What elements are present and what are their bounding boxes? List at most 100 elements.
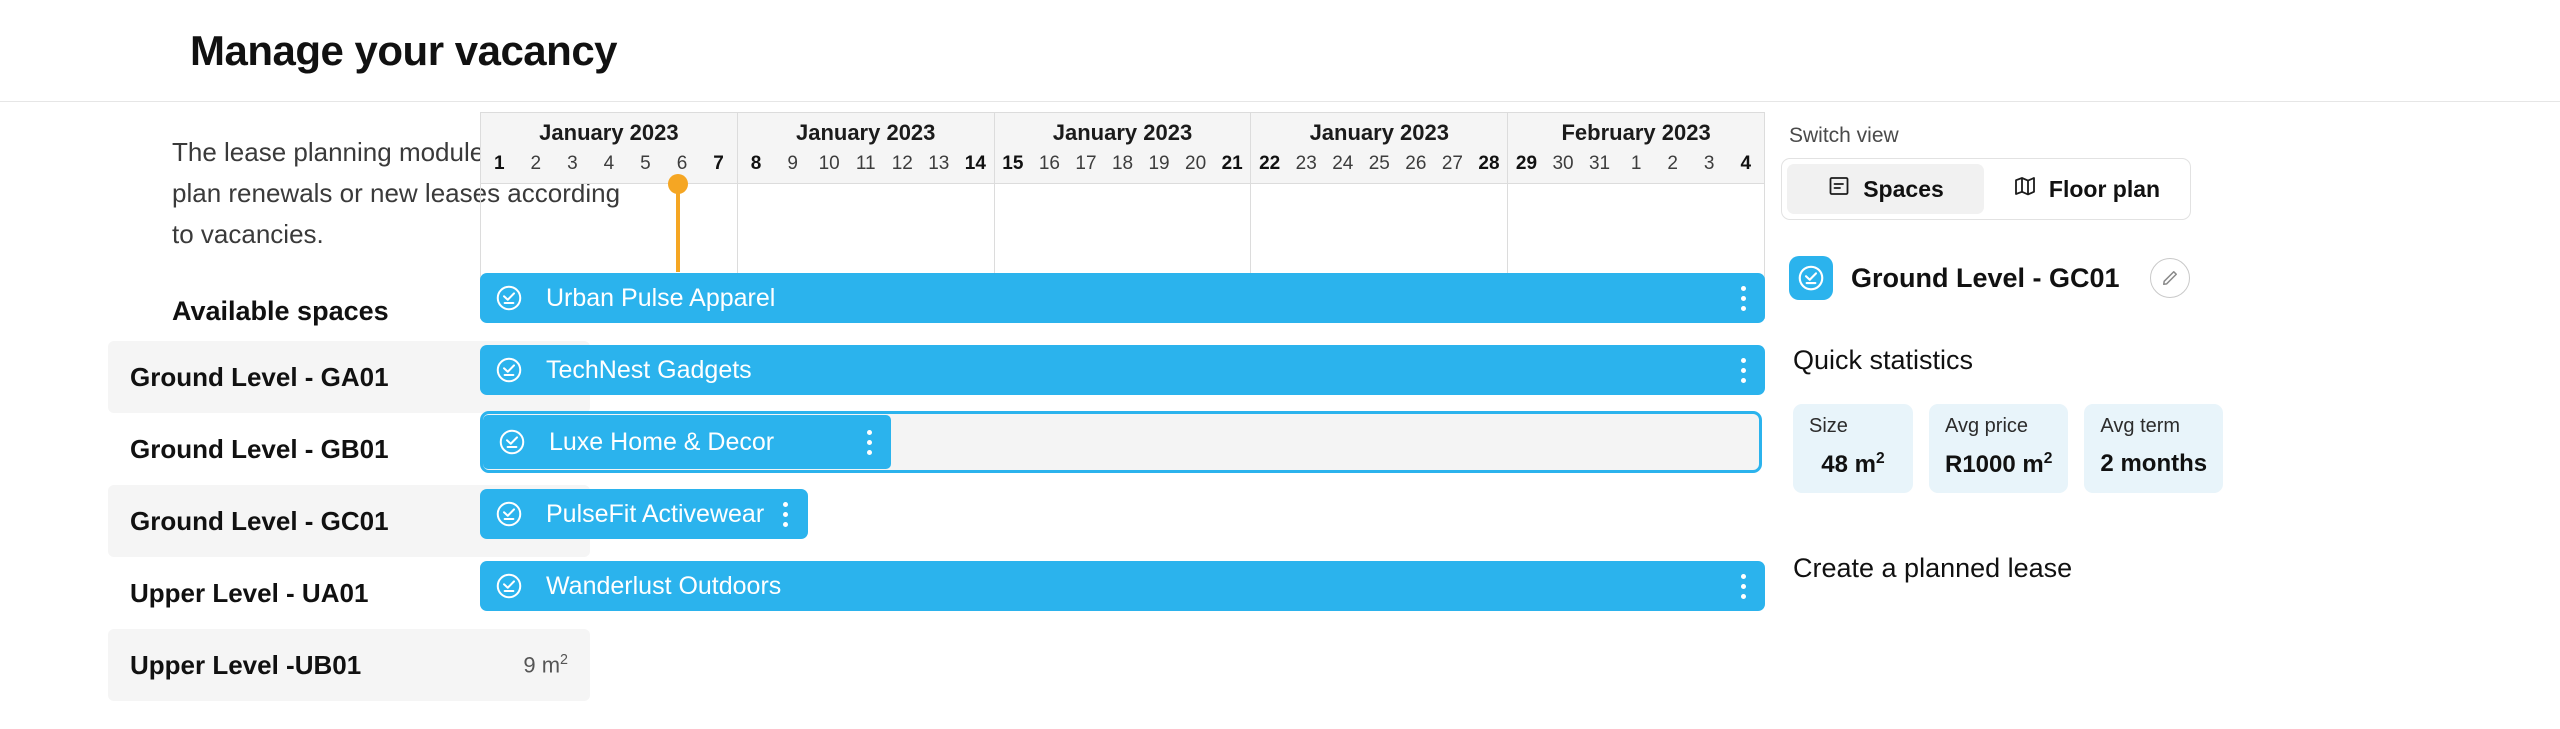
list-document-icon [1827,174,1851,204]
tab-floor-plan-label: Floor plan [2048,175,2161,202]
timeline-day-label: 13 [928,153,950,174]
quick-statistic-card: Avg price R1000 m2 [1929,404,2069,493]
space-name: Ground Level - GA01 [130,361,389,392]
quick-statistic-card: Size 48 m2 [1793,404,1913,493]
lease-menu-button[interactable] [1731,281,1755,315]
lease-label: Wanderlust Outdoors [546,571,782,600]
lease-menu-button[interactable] [774,497,798,531]
quick-statistic-value: 48 m2 [1821,450,1885,478]
check-circle-icon [494,571,524,601]
lease-row: Luxe Home & Decor [480,406,1765,478]
tab-spaces[interactable]: Spaces [1787,164,1984,214]
timeline-day-row: 22 23 24 25 26 27 28 [1251,153,1507,183]
today-marker-line [676,184,680,272]
lease-menu-button[interactable] [1731,353,1755,387]
timeline-day-label: 3 [1703,153,1715,174]
quick-statistics-title: Quick statistics [1793,345,1974,375]
lease-menu-button[interactable] [1731,569,1755,603]
create-planned-lease-title: Create a planned lease [1793,553,2073,583]
tab-floor-plan[interactable]: Floor plan [1988,164,2185,214]
quick-statistic-card: Avg term 2 months [2084,404,2224,493]
page-title: Manage your vacancy [190,26,618,74]
timeline-day-label: 22 [1259,153,1281,174]
check-circle-icon [497,427,527,457]
lease-row: TechNest Gadgets [480,334,1765,406]
timeline-day-label: 4 [1740,153,1752,174]
timeline-day-row: 29 30 31 1 2 3 4 [1508,153,1764,183]
timeline-day-label: 4 [603,153,615,174]
timeline-day-label: 21 [1221,153,1243,174]
check-circle-icon [494,283,524,313]
timeline-header: January 2023 1 2 3 4 5 6 7 January 2023 8 9 10 11 12 1… [480,112,1765,184]
timeline-day-label: 31 [1588,153,1611,174]
timeline-panel: January 2023 1 2 3 4 5 6 7 January 2023 8 9 10 11 12 1… [480,102,1765,729]
left-panel: The lease planning module allows you to … [0,102,642,729]
lease-bar[interactable]: Urban Pulse Apparel [480,273,1765,323]
timeline-month-label: February 2023 [1561,120,1711,145]
space-name: Upper Level - UA01 [130,577,369,608]
timeline-day-label: 2 [1667,153,1678,174]
main-shell: The lease planning module allows you to … [0,102,2560,729]
quick-statistic-label: Avg term [2100,415,2181,437]
space-name: Ground Level - GB01 [130,433,389,464]
timeline-week-column: January 2023 8 9 10 11 12 13 14 [738,113,995,183]
lease-bar[interactable]: Luxe Home & Decor [483,415,892,469]
timeline-day-label: 24 [1332,153,1354,174]
timeline-day-label: 30 [1552,153,1574,174]
lease-row: Wanderlust Outdoors [480,550,1765,622]
available-spaces-list: Ground Level - GA0190 m2Ground Level - G… [108,341,590,701]
page-header: Manage your vacancy [0,0,2560,102]
lease-bar[interactable]: Wanderlust Outdoors [480,561,1765,611]
lease-label: Luxe Home & Decor [549,427,775,456]
selected-lease-container[interactable]: Luxe Home & Decor [480,411,1762,473]
timeline-day-label: 9 [787,153,798,174]
timeline-week-column: January 2023 15 16 17 18 19 20 21 [995,113,1252,183]
timeline-day-label: 16 [1038,153,1060,174]
timeline-day-label: 10 [818,153,840,174]
selected-space-header: Ground Level - GC01 [1789,256,2560,300]
timeline-day-label: 2 [530,153,542,174]
quick-statistic-value: 2 months [2100,450,2208,477]
selected-space-name: Ground Level - GC01 [1851,262,2120,293]
timeline-month-label: January 2023 [1052,120,1193,145]
timeline-day-label: 18 [1111,153,1134,174]
timeline-day-label: 23 [1295,153,1317,174]
timeline-day-label: 28 [1478,153,1500,174]
lease-bar[interactable]: TechNest Gadgets [480,345,1765,395]
quick-statistics-cards: Size 48 m2 Avg price R1000 m2 Avg term 2 mont… [1793,404,2560,493]
tab-spaces-label: Spaces [1863,175,1944,202]
timeline-day-label: 19 [1148,153,1170,174]
timeline-day-label: 26 [1405,153,1427,174]
check-circle-icon [1789,256,1833,300]
timeline-day-label: 11 [855,153,876,174]
check-circle-icon [494,355,524,385]
timeline-day-label: 1 [493,153,505,174]
timeline-day-label: 14 [964,153,986,174]
lease-row: PulseFit Activewear [480,478,1765,550]
lease-menu-button[interactable] [857,425,881,459]
pencil-icon[interactable] [2149,258,2190,298]
timeline-month-label: January 2023 [539,120,679,145]
timeline-day-label: 25 [1368,153,1390,174]
check-circle-icon [494,499,524,529]
timeline-day-row: 15 16 17 18 19 20 21 [995,153,1251,183]
timeline-week-column: January 2023 1 2 3 4 5 6 7 [480,113,738,183]
lease-label: TechNest Gadgets [546,355,752,384]
timeline-day-label: 12 [891,153,913,174]
quick-statistic-label: Size [1809,415,1848,437]
timeline-day-label: 7 [713,153,724,174]
timeline-day-row: 1234567 [481,153,737,183]
switch-view-label: Switch view [1789,124,1899,147]
timeline-month-label: January 2023 [1309,120,1449,145]
lease-label: Urban Pulse Apparel [546,283,776,312]
timeline-day-label: 15 [1002,153,1024,174]
space-name: Ground Level - GC01 [130,505,389,536]
quick-statistic-value: R1000 m2 [1945,450,2053,478]
timeline-day-label: 8 [750,153,762,174]
timeline-day-label: 1 [1630,153,1642,174]
lease-bar[interactable]: PulseFit Activewear [480,489,808,539]
timeline-day-label: 5 [640,153,651,174]
map-fold-icon [2013,174,2037,204]
timeline-day-label: 17 [1075,153,1097,174]
lease-label: PulseFit Activewear [546,499,765,528]
